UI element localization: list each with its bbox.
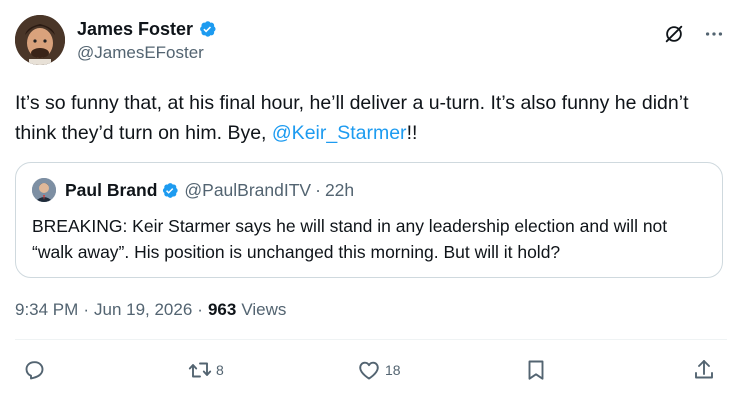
- meta-separator: ·: [83, 300, 89, 319]
- more-icon[interactable]: [701, 21, 727, 47]
- bookmark-icon: [524, 358, 548, 382]
- share-button[interactable]: [692, 358, 716, 382]
- tweet-tail: !!: [406, 122, 418, 144]
- divider: [15, 339, 727, 340]
- action-bar: 8 18: [0, 358, 742, 388]
- meta-separator: ·: [197, 300, 203, 319]
- like-button[interactable]: 18: [356, 358, 401, 382]
- quoted-tweet[interactable]: Paul Brand @PaulBrandITV · 22h BREAKING:…: [15, 162, 723, 278]
- like-icon: [356, 358, 382, 382]
- views-label: Views: [241, 300, 287, 319]
- verified-badge-icon: [197, 19, 217, 39]
- author-display-name[interactable]: James Foster: [77, 18, 193, 40]
- tweet-header: James Foster @JamesEFoster: [15, 15, 727, 71]
- tweet-meta: 9:34 PM · Jun 19, 2026 · 963 Views: [15, 300, 286, 320]
- retweet-button[interactable]: 8: [187, 358, 224, 382]
- author-handle[interactable]: @JamesEFoster: [77, 41, 217, 65]
- tweet-time[interactable]: 9:34 PM: [15, 300, 78, 320]
- quoted-time: 22h: [324, 179, 355, 200]
- quoted-author-name: Paul Brand: [65, 179, 158, 200]
- top-actions: [661, 21, 727, 47]
- author-avatar[interactable]: [15, 15, 65, 65]
- author-names: James Foster @JamesEFoster: [77, 18, 217, 65]
- views-count: 963: [207, 300, 237, 319]
- grok-icon[interactable]: [661, 21, 687, 47]
- verified-badge-icon: [160, 181, 179, 200]
- bookmark-button[interactable]: [524, 358, 548, 382]
- mention-link[interactable]: @Keir_Starmer: [272, 122, 407, 144]
- retweet-count: 8: [216, 362, 224, 378]
- quoted-separator: ·: [315, 179, 321, 200]
- quoted-tweet-text: BREAKING: Keir Starmer says he will stan…: [32, 216, 668, 262]
- quoted-author-handle: @PaulBrandITV: [184, 179, 312, 200]
- quoted-author-avatar: [32, 178, 56, 202]
- tweet-text: It’s so funny that, at his final hour, h…: [15, 88, 727, 148]
- like-count: 18: [385, 362, 401, 378]
- tweet-date[interactable]: Jun 19, 2026: [94, 300, 192, 320]
- quoted-tweet-header: Paul Brand @PaulBrandITV · 22h: [32, 178, 354, 202]
- reply-icon: [22, 358, 46, 382]
- retweet-icon: [187, 358, 213, 382]
- reply-button[interactable]: [22, 358, 49, 382]
- share-icon: [692, 358, 716, 382]
